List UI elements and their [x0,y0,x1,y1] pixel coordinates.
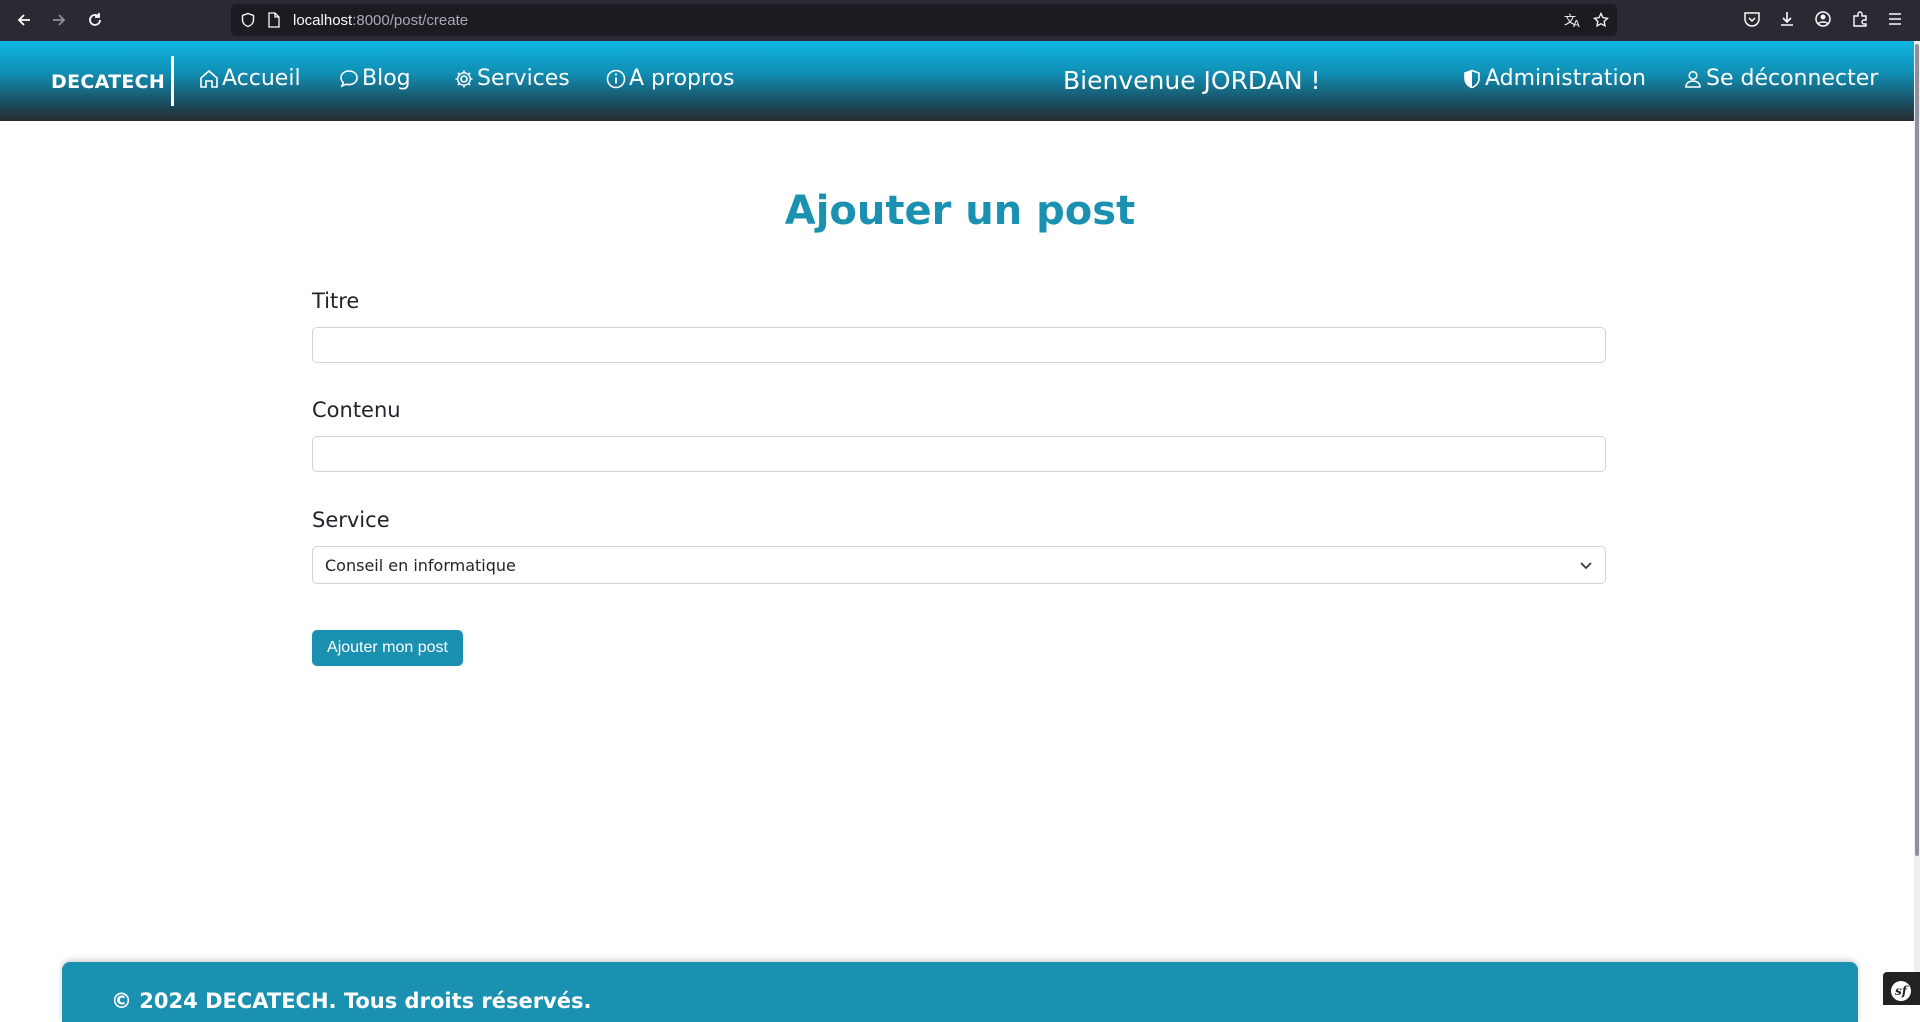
nav-link-label: Services [477,66,570,91]
footer-copyright: © 2024 DECATECH. Tous droits réservés. [111,989,592,1013]
submit-post-button[interactable]: Ajouter mon post [312,630,463,666]
account-icon[interactable] [1814,10,1832,28]
arrow-left-icon [17,14,30,26]
browser-toolbar: localhost:8000/post/create 文A [0,0,1920,41]
brand-divider [171,56,174,106]
title-input[interactable] [312,327,1606,363]
brand-logo[interactable]: DECATECH [51,71,165,93]
nav-link-administration[interactable]: Administration [1461,66,1646,91]
footer: © 2024 DECATECH. Tous droits réservés. [62,962,1858,1022]
star-icon[interactable] [1593,12,1609,28]
person-icon [1685,70,1701,88]
page-title: Ajouter un post [784,188,1136,234]
arrow-right-icon [53,14,66,26]
nav-link-label: Se déconnecter [1706,66,1879,91]
shield-outline-icon[interactable] [240,12,256,28]
url-text[interactable]: localhost:8000/post/create [293,12,468,29]
forward-button[interactable] [46,8,72,32]
back-button[interactable] [11,8,37,32]
symfony-logo-icon: sf [1891,981,1911,1001]
site-navbar: DECATECH Accueil Blog Services A propros… [0,41,1920,121]
symfony-toolbar[interactable]: sf [1883,972,1920,1005]
scrollbar-thumb[interactable] [1915,44,1919,856]
content-label: Contenu [312,398,401,422]
url-path: :8000/post/create [352,12,469,29]
nav-link-label: Administration [1485,66,1646,91]
service-select[interactable]: Conseil en informatique [312,546,1606,584]
nav-link-label: Blog [362,66,411,91]
extensions-icon[interactable] [1851,10,1869,28]
welcome-message: Bienvenue JORDAN ! [1063,66,1321,95]
nav-link-apropos[interactable]: A propros [605,66,734,91]
address-bar[interactable]: localhost:8000/post/create 文A [231,4,1617,36]
nav-link-blog[interactable]: Blog [338,66,411,91]
reload-icon [89,13,101,26]
nav-link-accueil[interactable]: Accueil [198,66,301,91]
page-icon [268,12,280,28]
translate-icon[interactable]: 文A [1564,12,1582,28]
info-circle-icon [606,69,626,88]
chevron-down-icon [1580,562,1592,570]
service-selected-value: Conseil en informatique [325,556,516,575]
reload-button[interactable] [82,8,108,32]
title-label: Titre [312,289,360,313]
url-host: localhost [293,12,353,29]
pocket-icon[interactable] [1743,10,1761,28]
nav-link-label: A propros [629,66,735,91]
nav-link-services[interactable]: Services [453,66,570,91]
nav-link-label: Accueil [222,66,301,91]
chat-bubble-icon [340,69,358,87]
house-icon [200,69,218,88]
menu-icon[interactable] [1886,10,1904,28]
svg-text:A: A [1573,19,1580,28]
service-label: Service [312,508,390,532]
gear-icon [455,70,473,87]
shield-icon [1464,69,1480,88]
content-input[interactable] [312,436,1606,472]
nav-link-logout[interactable]: Se déconnecter [1682,66,1878,91]
download-icon[interactable] [1778,10,1796,28]
